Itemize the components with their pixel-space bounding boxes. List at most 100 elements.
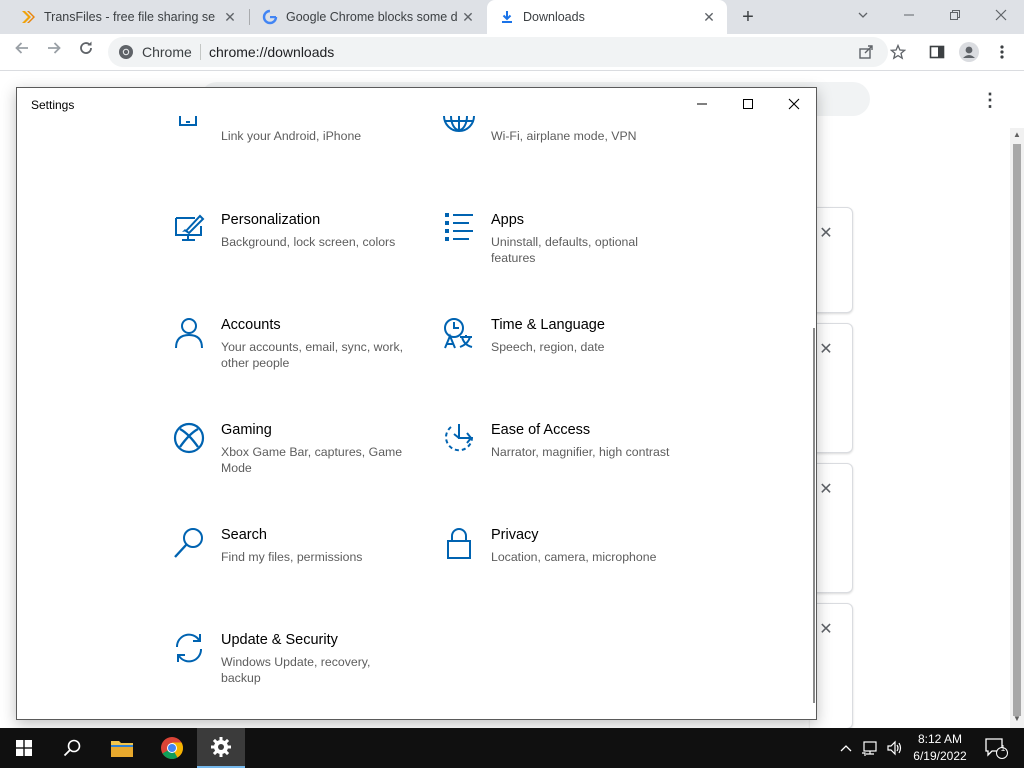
settings-taskbar-button[interactable] bbox=[197, 728, 245, 768]
personalization-icon bbox=[171, 212, 207, 248]
settings-item-accounts[interactable]: Accounts Your accounts, email, sync, wor… bbox=[171, 317, 431, 397]
windows-logo-icon bbox=[16, 740, 32, 756]
settings-item-title: Personalization bbox=[221, 212, 321, 228]
taskbar-search-button[interactable] bbox=[48, 728, 96, 768]
tab-google-chrome-blocks[interactable]: Google Chrome blocks some dow ✕ bbox=[250, 0, 486, 34]
remove-download-icon[interactable]: ✕ bbox=[818, 342, 834, 358]
gear-icon bbox=[211, 737, 231, 757]
profile-avatar-icon[interactable] bbox=[957, 40, 981, 64]
settings-item-apps[interactable]: Apps Uninstall, defaults, optional featu… bbox=[441, 212, 701, 292]
scroll-up-arrow-icon[interactable]: ▲ bbox=[1012, 130, 1022, 139]
settings-item-title: Apps bbox=[491, 212, 525, 228]
update-icon bbox=[171, 632, 207, 668]
omnibox-label: Chrome bbox=[142, 44, 192, 60]
search-icon bbox=[171, 527, 207, 563]
settings-item-desc: Narrator, magnifier, high contrast bbox=[491, 445, 670, 459]
clock-time: 8:12 AM bbox=[917, 732, 963, 746]
browser-menu-icon[interactable] bbox=[990, 40, 1014, 64]
settings-item-personalization[interactable]: Personalization Background, lock screen,… bbox=[171, 212, 431, 292]
action-center-button[interactable]: 1 bbox=[978, 728, 1014, 768]
settings-item-desc: Xbox Game Bar, captures, Game Mode bbox=[221, 445, 403, 475]
settings-item-title: Time & Language bbox=[491, 317, 605, 333]
tab-strip: TransFiles - free file sharing servi ✕ G… bbox=[0, 0, 1024, 34]
minimize-browser-button[interactable] bbox=[889, 4, 929, 28]
globe-icon bbox=[441, 116, 477, 152]
restore-browser-button[interactable] bbox=[935, 4, 975, 28]
network-tray-icon[interactable] bbox=[860, 728, 882, 768]
person-icon bbox=[171, 317, 207, 353]
scroll-down-arrow-icon[interactable]: ▼ bbox=[1012, 714, 1022, 723]
back-button[interactable] bbox=[10, 40, 34, 64]
downloads-menu-icon[interactable]: ⋮ bbox=[980, 88, 1000, 112]
settings-item-desc: Your accounts, email, sync, work, other … bbox=[221, 340, 404, 370]
transfiles-icon bbox=[20, 9, 36, 25]
share-icon[interactable] bbox=[854, 40, 878, 64]
page-scrollbar[interactable]: ▲ ▼ bbox=[1010, 128, 1024, 728]
forward-button[interactable] bbox=[42, 40, 66, 64]
address-bar[interactable]: Chrome chrome://downloads bbox=[108, 37, 888, 67]
settings-item-desc: Background, lock screen, colors bbox=[221, 235, 396, 249]
maximize-button[interactable] bbox=[725, 88, 771, 120]
new-tab-button[interactable]: + bbox=[737, 6, 759, 28]
scrollbar-thumb[interactable] bbox=[1013, 144, 1021, 716]
settings-window: Settings Link your Android, iPhone Wi-Fi… bbox=[16, 87, 817, 720]
settings-item-time-language[interactable]: Time & Language Speech, region, date bbox=[441, 317, 701, 397]
settings-item-desc: Windows Update, recovery, backup bbox=[221, 655, 371, 685]
close-button[interactable] bbox=[771, 88, 816, 120]
settings-item-network[interactable]: Wi-Fi, airplane mode, VPN bbox=[441, 116, 701, 208]
clock-date: 6/19/2022 bbox=[913, 749, 967, 763]
xbox-icon bbox=[171, 422, 207, 458]
settings-item-desc: Speech, region, date bbox=[491, 340, 605, 354]
close-tab-icon[interactable]: ✕ bbox=[460, 9, 476, 25]
close-browser-button[interactable] bbox=[981, 4, 1021, 28]
url-text: chrome://downloads bbox=[209, 44, 335, 60]
lock-icon bbox=[441, 527, 477, 563]
settings-item-gaming[interactable]: Gaming Xbox Game Bar, captures, Game Mod… bbox=[171, 422, 431, 502]
side-panel-icon[interactable] bbox=[925, 40, 949, 64]
close-tab-icon[interactable]: ✕ bbox=[701, 9, 717, 25]
time-language-icon bbox=[441, 317, 477, 353]
remove-download-icon[interactable]: ✕ bbox=[818, 482, 834, 498]
show-hidden-icons-button[interactable] bbox=[836, 728, 856, 768]
notification-count: 1 bbox=[1000, 744, 1006, 753]
tab-search-icon[interactable] bbox=[843, 4, 883, 28]
settings-item-phone[interactable]: Link your Android, iPhone bbox=[171, 116, 431, 208]
tab-title: Downloads bbox=[523, 10, 585, 24]
start-button[interactable] bbox=[0, 728, 48, 768]
taskbar-clock[interactable]: 8:12 AM 6/19/2022 bbox=[908, 731, 972, 765]
settings-item-ease-of-access[interactable]: Ease of Access Narrator, magnifier, high… bbox=[441, 422, 701, 502]
settings-window-title: Settings bbox=[31, 98, 75, 112]
settings-item-desc: Uninstall, defaults, optional features bbox=[491, 235, 638, 265]
settings-item-privacy[interactable]: Privacy Location, camera, microphone bbox=[441, 527, 701, 607]
chevron-up-icon bbox=[840, 745, 852, 752]
minimize-button[interactable] bbox=[679, 88, 725, 120]
settings-item-desc: Link your Android, iPhone bbox=[221, 129, 362, 143]
settings-item-title: Accounts bbox=[221, 317, 281, 333]
download-icon bbox=[499, 9, 515, 25]
tab-transfiles[interactable]: TransFiles - free file sharing servi ✕ bbox=[8, 0, 248, 34]
google-icon bbox=[262, 9, 278, 25]
phone-icon bbox=[171, 116, 207, 152]
taskbar: 8:12 AM 6/19/2022 1 bbox=[0, 728, 1024, 768]
chrome-taskbar-button[interactable] bbox=[148, 728, 196, 768]
volume-tray-icon[interactable] bbox=[884, 728, 906, 768]
settings-scrollbar[interactable] bbox=[813, 328, 815, 703]
settings-item-update-security[interactable]: Update & Security Windows Update, recove… bbox=[171, 632, 431, 712]
file-explorer-button[interactable] bbox=[98, 728, 146, 768]
tab-downloads[interactable]: Downloads ✕ bbox=[487, 0, 727, 34]
reload-button[interactable] bbox=[74, 40, 98, 64]
browser-toolbar: Chrome chrome://downloads bbox=[0, 34, 1024, 71]
settings-item-search[interactable]: Search Find my files, permissions bbox=[171, 527, 431, 607]
bookmark-star-icon[interactable] bbox=[886, 40, 910, 64]
search-icon bbox=[63, 739, 81, 757]
settings-item-title: Search bbox=[221, 527, 267, 543]
tab-title: TransFiles - free file sharing servi bbox=[44, 10, 216, 24]
omnibox-divider bbox=[200, 44, 201, 60]
remove-download-icon[interactable]: ✕ bbox=[818, 622, 834, 638]
chrome-icon bbox=[161, 737, 183, 759]
settings-item-title: Update & Security bbox=[221, 632, 338, 648]
folder-icon bbox=[111, 741, 133, 757]
close-tab-icon[interactable]: ✕ bbox=[222, 9, 238, 25]
settings-item-desc: Find my files, permissions bbox=[221, 550, 363, 564]
remove-download-icon[interactable]: ✕ bbox=[818, 226, 834, 242]
